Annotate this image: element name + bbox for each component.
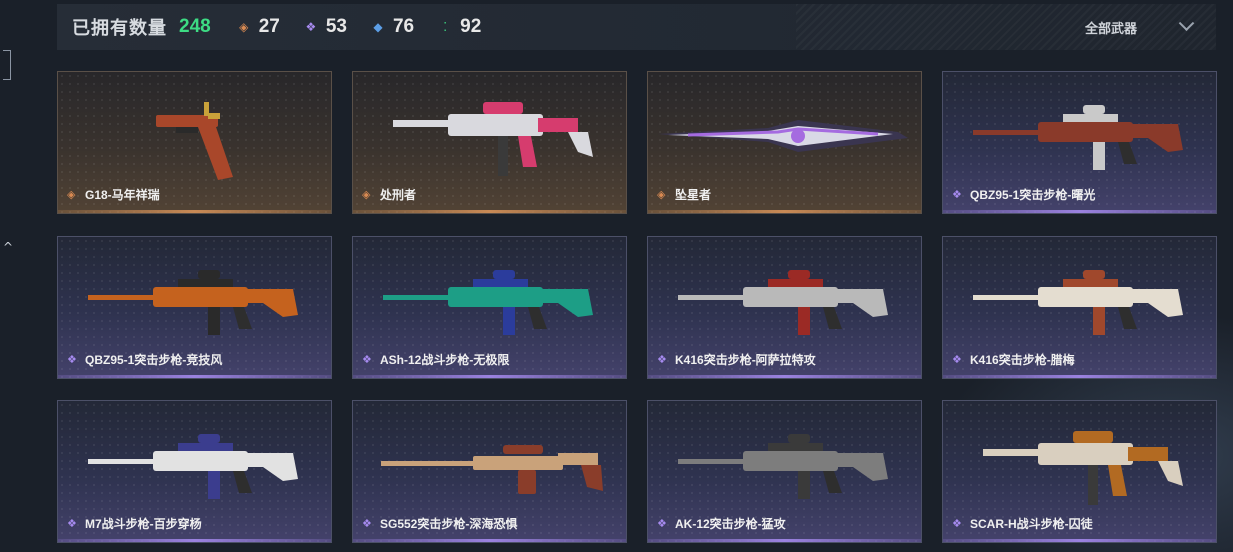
weapon-card[interactable]: ❖ QBZ95-1突击步枪-曙光 (942, 71, 1217, 214)
purple-diamond-icon: ❖ (952, 353, 962, 366)
orange-diamond-icon: ◈ (657, 188, 666, 201)
weapon-name: ASh-12战斗步枪-无极限 (380, 353, 510, 367)
rarity-stat: ❖ 53 (304, 16, 347, 38)
weapon-name: G18-马年祥瑞 (85, 188, 160, 202)
weapon-card-label: ◈ 坠星者 (657, 186, 711, 203)
purple-diamond-icon: ❖ (67, 353, 77, 366)
weapon-card[interactable]: ❖ M7战斗步枪-百步穿杨 (57, 400, 332, 543)
weapon-image (983, 431, 1183, 505)
weapon-card-label: ❖ SG552突击步枪-深海恐惧 (362, 515, 517, 532)
weapon-name: SG552突击步枪-深海恐惧 (380, 517, 518, 531)
weapon-image (973, 105, 1183, 170)
orange-diamond-icon: ◈ (362, 188, 371, 201)
weapon-card[interactable]: ◈ 处刑者 (352, 71, 627, 214)
weapon-name: AK-12突击步枪-猛攻 (675, 517, 786, 531)
weapon-image (381, 445, 603, 494)
purple-diamond-icon: ❖ (305, 20, 317, 34)
inventory-header: 已拥有数量 248 ◈ 27 ❖ 53 ◆ 76 ⁚ 92 全部武器 (57, 4, 1216, 50)
orange-diamond-icon: ◈ (239, 20, 249, 34)
rarity-stat-value: 76 (392, 16, 415, 37)
weapon-name: M7战斗步枪-百步穿杨 (85, 517, 202, 531)
weapon-card[interactable]: ◈ 坠星者 (647, 71, 922, 214)
weapon-image (88, 434, 298, 499)
weapon-card[interactable]: ◈ G18-马年祥瑞 (57, 71, 332, 214)
weapon-name: QBZ95-1突击步枪-曙光 (970, 188, 1096, 202)
purple-diamond-icon: ❖ (657, 353, 667, 366)
weapon-image (658, 120, 908, 152)
weapon-image (393, 102, 593, 176)
weapon-card-label: ❖ QBZ95-1突击步枪-曙光 (952, 186, 1095, 203)
weapon-name: QBZ95-1突击步枪-竞技风 (85, 353, 223, 367)
weapon-filter-label: 全部武器 (1084, 20, 1137, 36)
rarity-stat-value: 27 (258, 16, 280, 37)
weapon-card-label: ❖ ASh-12战斗步枪-无极限 (362, 351, 509, 368)
rarity-stat: ⁚ 92 (438, 16, 481, 38)
weapon-card[interactable]: ❖ SG552突击步枪-深海恐惧 (352, 400, 627, 543)
weapon-name: 处刑者 (380, 188, 417, 202)
weapon-image (88, 270, 298, 335)
weapon-name: K416突击步枪-阿萨拉特攻 (675, 353, 816, 367)
rarity-stat: ◆ 76 (371, 16, 414, 38)
weapon-grid: ◈ G18-马年祥瑞 ◈ 处刑者 ◈ 坠星者 ❖ QBZ95-1突击步枪-曙光 ❖ QBZ95-1… (57, 71, 1217, 551)
weapon-card[interactable]: ❖ K416突击步枪-阿萨拉特攻 (647, 236, 922, 379)
purple-diamond-icon: ❖ (952, 188, 962, 201)
rarity-stat-value: 92 (460, 16, 482, 37)
weapon-card-label: ❖ QBZ95-1突击步枪-竞技风 (67, 351, 222, 368)
rarity-stat-value: 53 (325, 16, 347, 37)
purple-diamond-icon: ❖ (657, 517, 667, 530)
weapon-card[interactable]: ❖ SCAR-H战斗步枪-囚徒 (942, 400, 1217, 543)
purple-diamond-icon: ❖ (67, 517, 77, 530)
owned-count-label: 已拥有数量 (72, 18, 167, 38)
purple-diamond-icon: ❖ (952, 517, 962, 530)
green-dots-icon: ⁚ (443, 20, 448, 34)
weapon-name: SCAR-H战斗步枪-囚徒 (970, 517, 1093, 531)
purple-diamond-icon: ❖ (362, 353, 372, 366)
rarity-stat: ◈ 27 (237, 16, 280, 38)
weapon-card[interactable]: ❖ QBZ95-1突击步枪-竞技风 (57, 236, 332, 379)
weapon-name: K416突击步枪-腊梅 (970, 353, 1075, 367)
weapon-card-label: ❖ K416突击步枪-阿萨拉特攻 (657, 351, 816, 368)
weapon-card[interactable]: ❖ K416突击步枪-腊梅 (942, 236, 1217, 379)
orange-diamond-icon: ◈ (67, 188, 76, 201)
collapse-caret-icon[interactable]: ^ (3, 240, 13, 254)
side-panel-handle[interactable] (3, 50, 11, 80)
weapon-image (973, 270, 1183, 335)
weapon-card-label: ❖ M7战斗步枪-百步穿杨 (67, 515, 202, 532)
weapon-image (156, 102, 233, 180)
weapon-card[interactable]: ❖ AK-12突击步枪-猛攻 (647, 400, 922, 543)
weapon-card-label: ❖ K416突击步枪-腊梅 (952, 351, 1075, 368)
weapon-image (383, 270, 593, 335)
weapon-card[interactable]: ❖ ASh-12战斗步枪-无极限 (352, 236, 627, 379)
purple-diamond-icon: ❖ (362, 517, 372, 530)
weapon-image (678, 270, 888, 335)
weapon-card-label: ◈ G18-马年祥瑞 (67, 186, 160, 203)
weapon-filter-dropdown[interactable]: 全部武器 (1084, 4, 1195, 50)
weapon-card-label: ◈ 处刑者 (362, 186, 416, 203)
weapon-image (678, 434, 888, 499)
weapon-card-label: ❖ AK-12突击步枪-猛攻 (657, 515, 786, 532)
weapon-name: 坠星者 (675, 188, 712, 202)
chevron-down-icon (1178, 14, 1195, 31)
owned-count-value: 248 (179, 16, 211, 37)
weapon-card-label: ❖ SCAR-H战斗步枪-囚徒 (952, 515, 1093, 532)
blue-diamond-icon: ◆ (373, 20, 383, 34)
